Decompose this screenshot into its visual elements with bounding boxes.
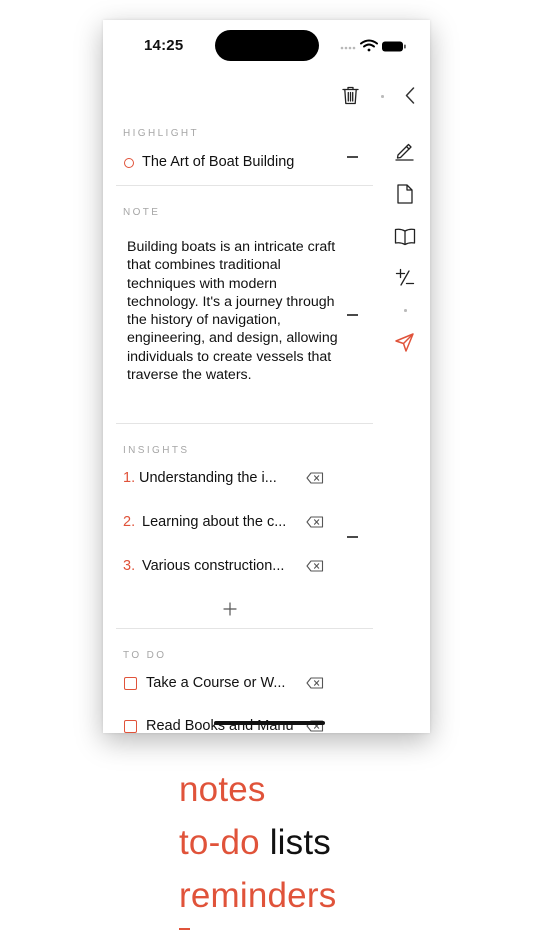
- insight-number: 1.: [123, 470, 136, 486]
- note-label: NOTE: [123, 207, 161, 218]
- wifi-icon: [360, 39, 378, 52]
- phone-screen: 14:25 HIGHLIGHT The Art of Boat Building…: [103, 20, 430, 733]
- separator-dot: [404, 309, 407, 312]
- insight-item[interactable]: Learning about the c...: [142, 514, 286, 530]
- signal-dots-icon: [340, 46, 356, 50]
- pencil-icon[interactable]: [395, 141, 414, 161]
- dynamic-island: [215, 30, 319, 61]
- caption-reminders: reminders: [179, 876, 337, 915]
- note-text[interactable]: Building boats is an intricate craft tha…: [127, 238, 339, 384]
- delete-backward-icon[interactable]: [306, 677, 324, 689]
- battery-icon: [382, 41, 406, 52]
- todo-checkbox[interactable]: [124, 677, 137, 690]
- caption-todo-lists: to-do lists: [179, 823, 331, 863]
- status-indicators: [340, 39, 406, 52]
- home-indicator[interactable]: [214, 721, 325, 725]
- caption-todo: to-do: [179, 823, 260, 862]
- book-icon[interactable]: [394, 228, 416, 246]
- highlight-circle-icon: [124, 158, 134, 168]
- todo-checkbox[interactable]: [124, 720, 137, 733]
- status-time: 14:25: [144, 37, 184, 54]
- insight-number: 3.: [123, 558, 136, 574]
- collapse-insights-button[interactable]: [347, 536, 358, 538]
- add-insight-button[interactable]: [223, 602, 237, 616]
- divider: [116, 628, 373, 629]
- divider: [116, 185, 373, 186]
- insight-item[interactable]: Understanding the i...: [139, 470, 277, 486]
- plus-minus-icon[interactable]: [395, 268, 415, 288]
- delete-backward-icon[interactable]: [306, 472, 324, 484]
- insight-number: 2.: [123, 514, 136, 530]
- document-icon[interactable]: [397, 184, 413, 204]
- caption-notes: notes: [179, 770, 266, 809]
- divider: [116, 423, 373, 424]
- caption-lists: lists: [259, 823, 331, 862]
- trash-icon[interactable]: [342, 86, 359, 105]
- highlight-label: HIGHLIGHT: [123, 128, 200, 139]
- paper-plane-icon[interactable]: [395, 333, 414, 352]
- caption-cursor: [179, 928, 190, 930]
- todo-label: TO DO: [123, 650, 167, 661]
- insights-label: INSIGHTS: [123, 445, 190, 456]
- delete-backward-icon[interactable]: [306, 560, 324, 572]
- chevron-left-icon[interactable]: [405, 87, 415, 104]
- highlight-text[interactable]: The Art of Boat Building: [142, 154, 294, 170]
- insight-item[interactable]: Various construction...: [142, 558, 284, 574]
- separator-dot: [381, 95, 384, 98]
- collapse-note-button[interactable]: [347, 314, 358, 316]
- delete-backward-icon[interactable]: [306, 516, 324, 528]
- todo-item[interactable]: Take a Course or W...: [146, 675, 285, 691]
- collapse-highlight-button[interactable]: [347, 156, 358, 158]
